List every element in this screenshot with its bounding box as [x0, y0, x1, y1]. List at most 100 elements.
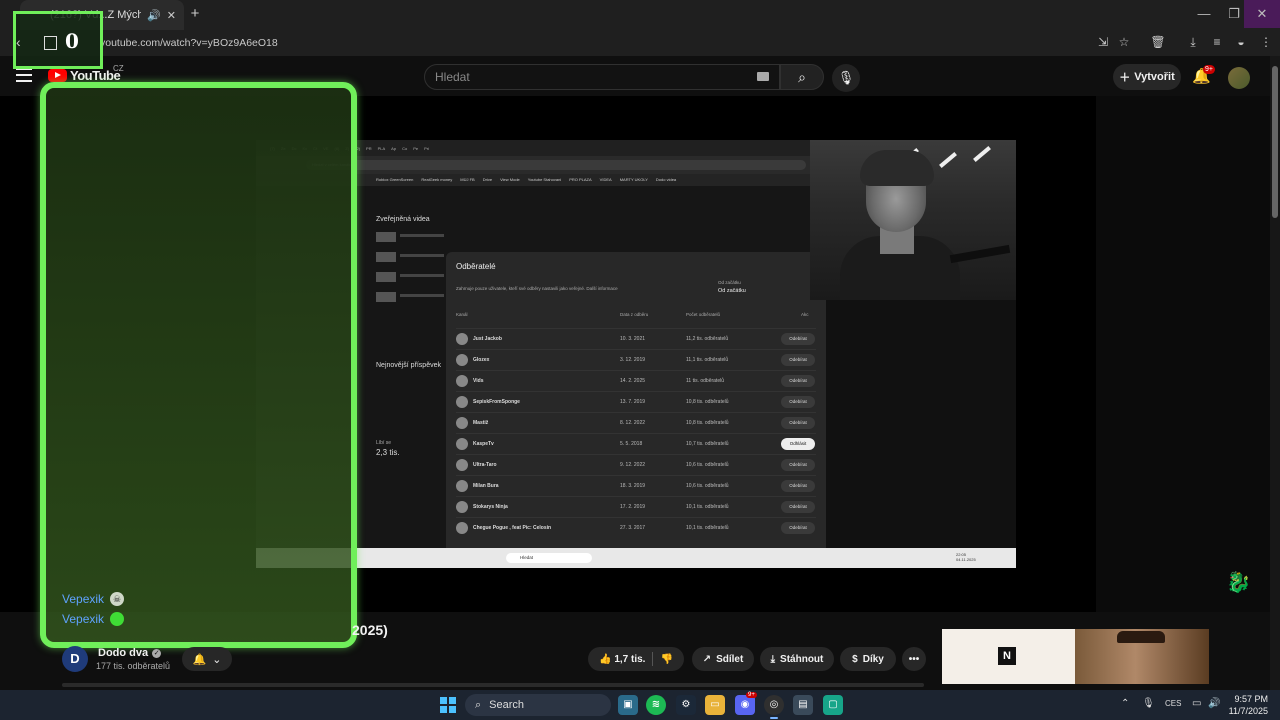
bookmark-star-icon[interactable]: ☆: [1116, 34, 1132, 50]
subscribe-date: 9. 12. 2022: [620, 462, 646, 468]
menu-icon[interactable]: [16, 68, 32, 82]
captured-taskbar-search: Hledat: [506, 553, 592, 563]
taskbar-search-label: Search: [489, 699, 525, 711]
close-tab-icon[interactable]: ✕: [167, 9, 176, 22]
subscriber-row: Ultra-Taro 9. 12. 2022 10,6 tis. odběratel…: [456, 454, 816, 475]
share-label: Sdílet: [716, 653, 744, 665]
subscribe-date: 8. 12. 2022: [620, 420, 646, 426]
media-player-icon[interactable]: ▣: [618, 695, 638, 715]
subscriber-count: 11,2 tis. odběratelů: [686, 336, 729, 342]
tray-overflow-icon[interactable]: ⌃: [1121, 698, 1129, 709]
volume-icon[interactable]: 🔊: [1208, 698, 1220, 709]
install-app-icon[interactable]: ⇲: [1095, 34, 1111, 50]
plus-icon: ＋: [1119, 72, 1131, 84]
search-input[interactable]: Hledat: [424, 64, 780, 90]
keyboard-icon[interactable]: [757, 72, 769, 81]
tray-mic-icon[interactable]: 🎙: [1142, 698, 1155, 709]
taskbar-clock[interactable]: 9:57 PM 11/7/2025: [1222, 693, 1268, 717]
streamer-hair: [860, 150, 934, 186]
subscriber-row: SepiskFromSponge 13. 7. 2019 10,8 tis. odb…: [456, 391, 816, 412]
thanks-button[interactable]: $ Díky: [840, 647, 896, 671]
subscriber-name: Stokarys Ninja: [473, 504, 508, 510]
subscribe-button: Odebírat: [781, 480, 815, 492]
captured-url: Hledat v celém kanálu: [306, 160, 806, 170]
subscriber-name: Mastiž: [473, 420, 489, 426]
range-value: Od začátku: [718, 288, 746, 294]
captured-video-item: [376, 272, 446, 282]
close-window-button[interactable]: ✕: [1244, 0, 1280, 28]
download-icon[interactable]: ⤓: [1185, 34, 1201, 50]
like-button[interactable]: 👍 1,7 tis.: [599, 654, 645, 665]
share-icon: ↗: [702, 653, 712, 665]
steam-icon[interactable]: ⚙: [676, 695, 696, 715]
scrollbar-thumb[interactable]: [1272, 66, 1278, 218]
channel-subscribers: 177 tis. odběratelů: [96, 661, 171, 671]
notepad-icon[interactable]: ▤: [793, 695, 813, 715]
channel-avatar[interactable]: D: [62, 646, 88, 672]
subscription-bell-button[interactable]: 🔔 ⌄: [182, 647, 232, 671]
profile-icon[interactable]: ◒: [1233, 34, 1249, 50]
description-box-edge: [62, 683, 924, 687]
webcam-feed: [810, 140, 1016, 300]
browser-menu-icon[interactable]: ⋮: [1258, 34, 1274, 50]
subscriber-avatar: [456, 522, 468, 534]
file-explorer-icon[interactable]: ▭: [705, 695, 725, 715]
subscriber-row: Stokarys Ninja 17. 2. 2019 10,1 tis. odběr…: [456, 496, 816, 517]
more-actions-button[interactable]: •••: [902, 647, 926, 671]
channel-name[interactable]: Dodo dva ✓: [98, 647, 162, 659]
subscriber-name: Just Jackob: [473, 336, 502, 342]
speaker-icon[interactable]: 🔊: [147, 9, 161, 22]
subscriber-count: 10,8 tis. odběratelů: [686, 420, 729, 426]
ad-card[interactable]: N: [942, 629, 1209, 684]
voice-search-button[interactable]: 🎙: [832, 64, 860, 92]
captured-video-item: [376, 252, 446, 262]
subscriber-count: 11 tis. odběratelů: [686, 378, 724, 384]
youtube-logo[interactable]: YouTube: [48, 68, 121, 83]
media-controls-icon[interactable]: ≡: [1209, 34, 1225, 50]
subscribe-button: Odebírat: [781, 417, 815, 429]
account-avatar[interactable]: [1228, 67, 1250, 89]
app-icon[interactable]: ▢: [823, 695, 843, 715]
new-tab-button[interactable]: +: [188, 6, 202, 22]
subscriber-count: 10,6 tis. odběratelů: [686, 483, 729, 489]
dislike-button[interactable]: 👎: [660, 654, 672, 665]
taskbar-search[interactable]: ⌕ Search: [465, 694, 611, 716]
col-channel: Kanál: [456, 312, 468, 317]
subscriber-avatar: [456, 501, 468, 513]
create-button[interactable]: ＋ Vytvořit: [1113, 64, 1181, 90]
mascot-icon: 🐉: [1226, 572, 1251, 594]
chat-message: Vepexik: [62, 612, 125, 626]
search-icon: ⌕: [798, 69, 806, 85]
subscribe-button: Odebírat: [781, 375, 815, 387]
stream-counter-widget: ‹ 0: [13, 11, 103, 69]
discord-icon[interactable]: ◉: [735, 695, 755, 715]
spotify-icon[interactable]: ≋: [646, 695, 666, 715]
counter-value: 0: [65, 29, 79, 53]
back-arrow-icon[interactable]: ‹: [16, 34, 21, 50]
windows-start-icon[interactable]: [440, 697, 456, 713]
language-indicator[interactable]: CES: [1165, 699, 1181, 708]
captured-bookmark: MÜJ FB: [460, 177, 475, 182]
subscriber-count: 10,1 tis. odběratelů: [686, 504, 729, 510]
subscriber-name: SepiskFromSponge: [473, 399, 520, 405]
chrome-icon[interactable]: ◎: [764, 695, 784, 719]
subscriber-row: Milan Bura 18. 3. 2019 10,6 tis. odběratel…: [456, 475, 816, 496]
download-button[interactable]: ⤓ Stáhnout: [760, 647, 834, 671]
trash-icon[interactable]: 🗑: [1150, 34, 1166, 50]
subscriber-name: Milan Bura: [473, 483, 499, 489]
share-button[interactable]: ↗ Sdílet: [692, 647, 754, 671]
captured-bookmark: Roblox GreenScreen: [376, 177, 414, 182]
display-icon[interactable]: ▭: [1192, 698, 1201, 709]
search-button[interactable]: ⌕: [780, 64, 824, 90]
address-bar[interactable]: youtube.com/watch?v=yBOz9A6eO18: [100, 32, 1140, 54]
date: 11/7/2025: [1228, 706, 1268, 716]
youtube-play-icon: [48, 69, 67, 82]
col-action: Akc: [801, 312, 809, 317]
subscriber-name: Chegue Pogue , feat Pic: Celosin: [473, 525, 552, 531]
subscriber-avatar: [456, 375, 468, 387]
subscriber-avatar: [456, 417, 468, 429]
subscriber-avatar: [456, 354, 468, 366]
subscriber-avatar: [456, 480, 468, 492]
chat-user: Vepexik: [62, 612, 105, 626]
download-icon: ⤓: [770, 653, 776, 665]
